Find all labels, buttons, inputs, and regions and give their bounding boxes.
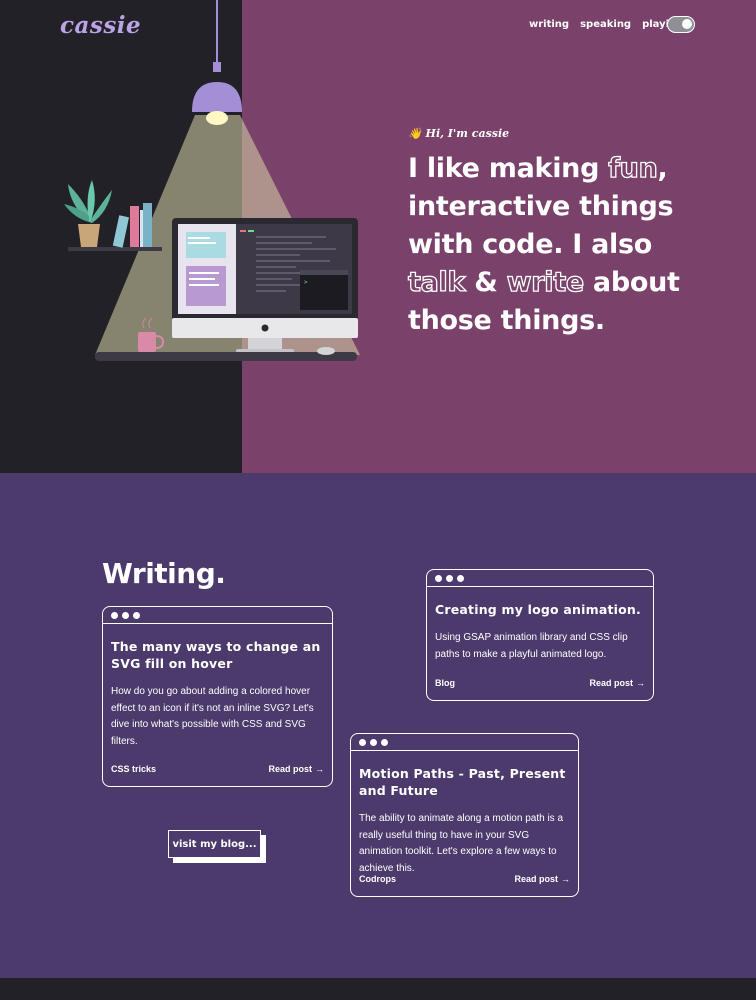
card-title[interactable]: Motion Paths - Past, Present and Future xyxy=(359,765,570,799)
window-dot-icon xyxy=(381,738,388,746)
card-footer: Blog Read post → xyxy=(435,678,645,688)
toggle-knob xyxy=(682,19,692,29)
window-bar xyxy=(351,734,578,751)
card-source: Codrops xyxy=(359,874,396,884)
card-description: How do you go about adding a colored hov… xyxy=(111,686,314,747)
window-dot-icon xyxy=(111,611,118,619)
card-source: CSS tricks xyxy=(111,764,157,774)
card-footer: Codrops Read post → xyxy=(359,874,570,884)
blog-card-motion-paths[interactable]: Motion Paths - Past, Present and Future … xyxy=(350,733,579,897)
desk-illustration: > xyxy=(64,0,360,361)
window-dot-icon xyxy=(370,738,377,746)
read-post-label: Read post xyxy=(589,678,633,688)
headline-text: I like making xyxy=(408,153,609,184)
headline-text: with code. I also xyxy=(408,229,653,260)
blog-card-svg-fill[interactable]: The many ways to change an SVG fill on h… xyxy=(102,606,333,787)
arrow-right-icon: → xyxy=(636,678,645,688)
window-dot-icon xyxy=(122,611,129,619)
theme-toggle[interactable] xyxy=(667,16,695,33)
read-post-link[interactable]: Read post → xyxy=(514,874,570,884)
hero-headline: I like making fun, interactive things wi… xyxy=(407,150,738,340)
read-post-link[interactable]: Read post → xyxy=(589,678,645,688)
site-logo[interactable]: cassie xyxy=(60,12,141,39)
window-dot-icon xyxy=(435,574,442,582)
read-post-label: Read post xyxy=(268,764,312,774)
nav-link-speaking[interactable]: speaking xyxy=(580,19,631,30)
read-post-label: Read post xyxy=(514,874,558,884)
blog-card-logo-animation[interactable]: Creating my logo animation. Using GSAP a… xyxy=(426,569,654,701)
wave-icon: 👋 xyxy=(408,127,422,140)
intro-text: Hi, I'm cassie xyxy=(425,127,510,140)
headline-text: about xyxy=(583,267,680,298)
read-post-link[interactable]: Read post → xyxy=(268,764,324,774)
window-bar xyxy=(427,570,653,587)
headline-text: those things. xyxy=(408,305,605,336)
window-dot-icon xyxy=(457,574,464,582)
main-nav: writing speaking playing xyxy=(529,19,683,30)
card-description: The ability to animate along a motion pa… xyxy=(359,813,564,874)
write-link[interactable]: write xyxy=(506,266,585,298)
intro-greeting: 👋 Hi, I'm cassie xyxy=(408,127,509,140)
window-bar xyxy=(103,607,332,624)
headline-text: interactive things xyxy=(408,191,674,222)
hero-section: > cassie writing speaking playing 👋 Hi, … xyxy=(0,0,756,473)
window-dot-icon xyxy=(133,611,140,619)
arrow-right-icon: → xyxy=(315,764,324,774)
fun-highlight: fun xyxy=(608,152,659,184)
talk-link[interactable]: talk xyxy=(407,266,466,298)
svg-text:>: > xyxy=(304,279,308,286)
headline-text: , xyxy=(657,153,668,184)
card-title[interactable]: The many ways to change an SVG fill on h… xyxy=(111,638,324,672)
window-dot-icon xyxy=(359,738,366,746)
window-dot-icon xyxy=(446,574,453,582)
card-description: Using GSAP animation library and CSS cli… xyxy=(435,632,628,660)
nav-link-writing[interactable]: writing xyxy=(529,19,569,30)
writing-heading: Writing. xyxy=(102,557,226,590)
headline-text: & xyxy=(465,267,507,298)
card-footer: CSS tricks Read post → xyxy=(111,764,324,774)
writing-section: Writing. The many ways to change an SVG … xyxy=(0,473,756,978)
card-source: Blog xyxy=(435,678,455,688)
card-title[interactable]: Creating my logo animation. xyxy=(435,601,645,618)
arrow-right-icon: → xyxy=(561,874,570,884)
visit-blog-button[interactable]: visit my blog... xyxy=(168,830,261,858)
footer-strip xyxy=(0,978,756,1000)
